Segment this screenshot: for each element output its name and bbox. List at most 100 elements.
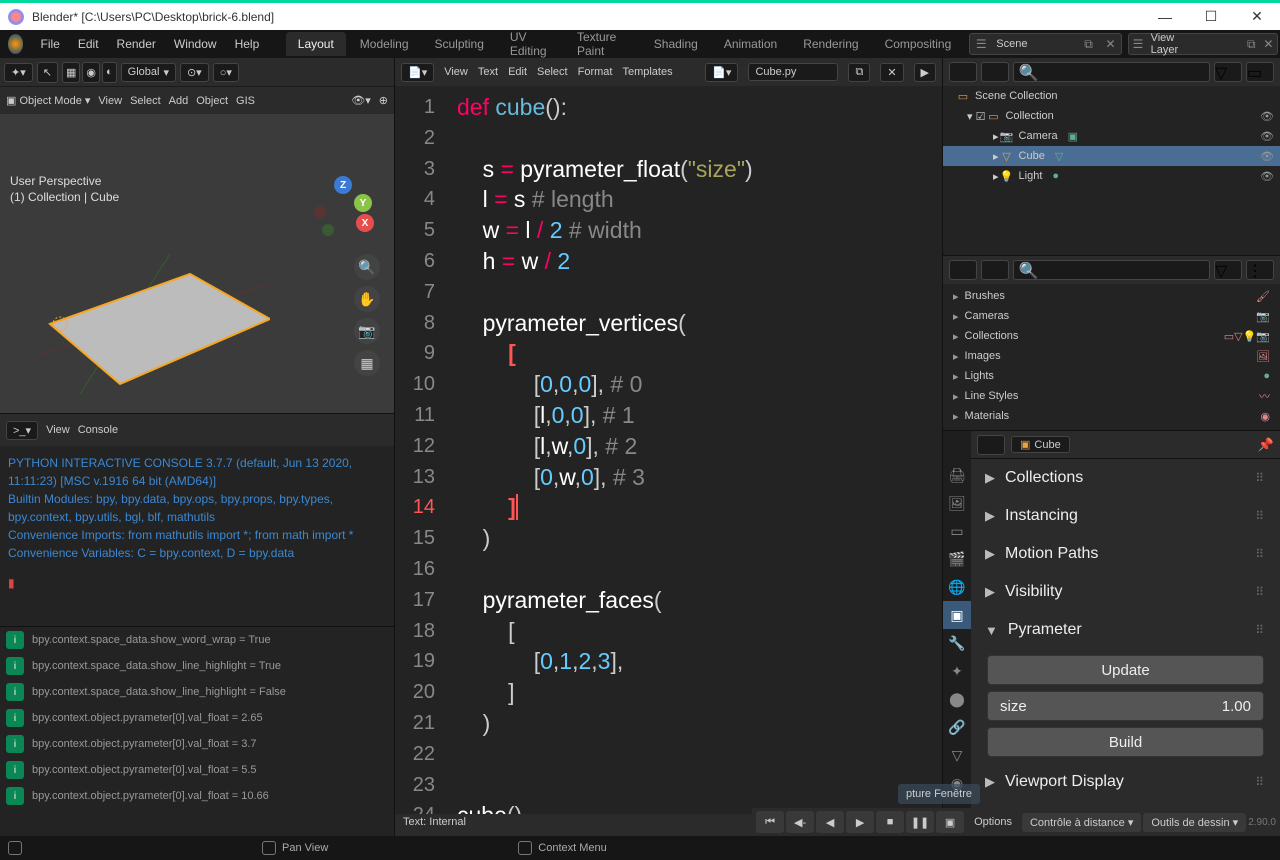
section-viewport-display[interactable]: ▶Viewport Display⠿ [977, 763, 1274, 801]
te-filename[interactable]: Cube.py [748, 63, 838, 81]
coll-display[interactable] [981, 260, 1009, 280]
select-circle[interactable]: ◉ [82, 62, 100, 83]
te-menu-text[interactable]: Text [478, 66, 498, 78]
menu-edit[interactable]: Edit [70, 33, 107, 55]
tab-sculpting[interactable]: Sculpting [423, 32, 496, 56]
visibility-icon[interactable]: 👁 [1260, 110, 1274, 123]
tab-modeling[interactable]: Modeling [348, 32, 421, 56]
tab-rendering[interactable]: Rendering [791, 32, 870, 56]
snap-select[interactable]: ⊙▾ [180, 63, 209, 82]
present-icon[interactable]: ▣ [936, 811, 964, 833]
tab-render[interactable]: 🖨 [943, 461, 971, 489]
python-console[interactable]: PYTHON INTERACTIVE CONSOLE 3.7.7 (defaul… [0, 446, 394, 626]
tab-modifiers[interactable]: 🔧 [943, 629, 971, 657]
prev-key-icon[interactable]: ◀- [786, 811, 814, 833]
section-motion[interactable]: ▶Motion Paths⠿ [977, 535, 1274, 573]
code-content[interactable]: def cube(): s = pyrameter_float("size") … [445, 86, 942, 814]
maximize-button[interactable]: ☐ [1188, 2, 1234, 32]
tab-physics[interactable]: ⬤ [943, 685, 971, 713]
tab-scene[interactable]: 🎬 [943, 545, 971, 573]
viewlayer-delete-icon[interactable]: ✕ [1260, 37, 1277, 51]
te-menu-view[interactable]: View [444, 66, 468, 78]
tab-viewlayer[interactable]: ▭ [943, 517, 971, 545]
tab-particles[interactable]: ✦ [943, 657, 971, 685]
mode-select[interactable]: ▣ Object Mode ▾ [6, 94, 90, 107]
info-log[interactable]: ibpy.context.space_data.show_word_wrap =… [0, 626, 394, 836]
tab-shading[interactable]: Shading [642, 32, 710, 56]
update-button[interactable]: Update [987, 655, 1264, 685]
te-new-icon[interactable]: ⧉ [848, 63, 870, 82]
te-file-browse[interactable]: 📄▾ [705, 63, 738, 82]
section-instancing[interactable]: ▶Instancing⠿ [977, 497, 1274, 535]
viewport-canvas[interactable]: User Perspective (1) Collection | Cube Z… [0, 114, 394, 413]
scene-new-icon[interactable]: ⧉ [1077, 37, 1099, 52]
select-lasso[interactable]: ◐ [102, 62, 117, 83]
visibility-toggle[interactable]: 👁▾ [351, 94, 371, 107]
viewlayer-new-icon[interactable]: ⧉ [1243, 37, 1260, 52]
cursor-tool[interactable]: ↖ [37, 62, 58, 83]
stop-icon[interactable]: ■ [876, 811, 904, 833]
3d-viewport[interactable]: ✦▾ ↖ ▦ ◉ ◐ Global ▾ ⊙▾ ○▾ ▣ Object Mode … [0, 58, 394, 413]
vp-menu-view[interactable]: View [98, 95, 122, 107]
outliner-display[interactable] [981, 62, 1009, 82]
outliner-filter[interactable]: ▽ [1214, 62, 1242, 82]
te-menu-templates[interactable]: Templates [622, 66, 672, 78]
tab-compositing[interactable]: Compositing [873, 32, 964, 56]
menu-render[interactable]: Render [109, 33, 164, 55]
scene-selector[interactable]: ☰ Scene ⧉ ✕ [969, 33, 1122, 55]
outliner-type[interactable] [949, 62, 977, 82]
te-run-icon[interactable]: ▶ [914, 63, 936, 82]
tab-layout[interactable]: Layout [286, 32, 346, 56]
navigation-gizmo[interactable]: Z Y X [314, 176, 374, 236]
minimize-button[interactable]: — [1142, 2, 1188, 32]
camera-icon[interactable]: 📷 [354, 318, 380, 344]
section-visibility[interactable]: ▶Visibility⠿ [977, 573, 1274, 611]
select-box[interactable]: ▦ [62, 62, 80, 83]
console-menu-view[interactable]: View [46, 424, 70, 436]
visibility-icon[interactable]: 👁 [1260, 150, 1274, 163]
outliner-search[interactable]: 🔍 [1013, 62, 1210, 82]
coll-search[interactable]: 🔍 [1013, 260, 1210, 280]
coll-type[interactable] [949, 260, 977, 280]
outliner-tree[interactable]: ▭Scene Collection ▾ ☑ ▭Collection👁 ▸ 📷Ca… [943, 86, 1280, 255]
jump-start-icon[interactable]: ⏮ [756, 811, 784, 833]
proportional[interactable]: ○▾ [213, 63, 239, 82]
blender-logo-icon[interactable] [8, 34, 23, 54]
editor-type-selector[interactable]: ✦▾ [4, 63, 33, 82]
close-button[interactable]: ✕ [1234, 2, 1280, 32]
coll-filter[interactable]: ▽ [1214, 260, 1242, 280]
console-editor-type[interactable]: >_▾ [6, 421, 38, 440]
size-field[interactable]: size1.00 [987, 691, 1264, 721]
zoom-icon[interactable]: 🔍 [354, 254, 380, 280]
options-menu[interactable]: Options [966, 816, 1020, 828]
axis-y[interactable]: Y [354, 194, 372, 212]
tools-dropdown[interactable]: Outils de dessin ▾ [1143, 813, 1246, 832]
vp-menu-gis[interactable]: GIS [236, 95, 255, 107]
outliner-new-collection[interactable]: ▭ [1246, 62, 1274, 82]
pan-icon[interactable]: ✋ [354, 286, 380, 312]
code-area[interactable]: 123456789101112131415161718192021222324 … [395, 86, 942, 814]
perspective-icon[interactable]: ▦ [354, 350, 380, 376]
console-menu-console[interactable]: Console [78, 424, 118, 436]
te-menu-select[interactable]: Select [537, 66, 568, 78]
vp-menu-add[interactable]: Add [169, 95, 189, 107]
viewlayer-selector[interactable]: ☰ View Layer ⧉ ✕ [1128, 33, 1278, 55]
tab-animation[interactable]: Animation [712, 32, 789, 56]
pin-icon[interactable]: 📌 [1258, 437, 1274, 453]
props-type[interactable] [977, 435, 1005, 455]
remote-dropdown[interactable]: Contrôle à distance ▾ [1022, 813, 1141, 832]
scene-delete-icon[interactable]: ✕ [1099, 37, 1121, 51]
menu-help[interactable]: Help [227, 33, 268, 55]
menu-file[interactable]: File [33, 33, 68, 55]
te-menu-format[interactable]: Format [578, 66, 613, 78]
section-pyrameter[interactable]: ▼Pyrameter⠿ [977, 611, 1274, 649]
overlay-toggle[interactable]: ⊕ [379, 94, 388, 107]
tab-constraints[interactable]: 🔗 [943, 713, 971, 741]
coll-opts[interactable]: ⋮ [1246, 260, 1274, 280]
te-menu-edit[interactable]: Edit [508, 66, 527, 78]
axis-neg2[interactable] [322, 224, 334, 236]
viewlayer-browse-icon[interactable]: ☰ [1129, 37, 1146, 51]
tab-data[interactable]: ▽ [943, 741, 971, 769]
vp-menu-select[interactable]: Select [130, 95, 161, 107]
props-breadcrumb[interactable]: ▣ Cube [1011, 436, 1070, 453]
